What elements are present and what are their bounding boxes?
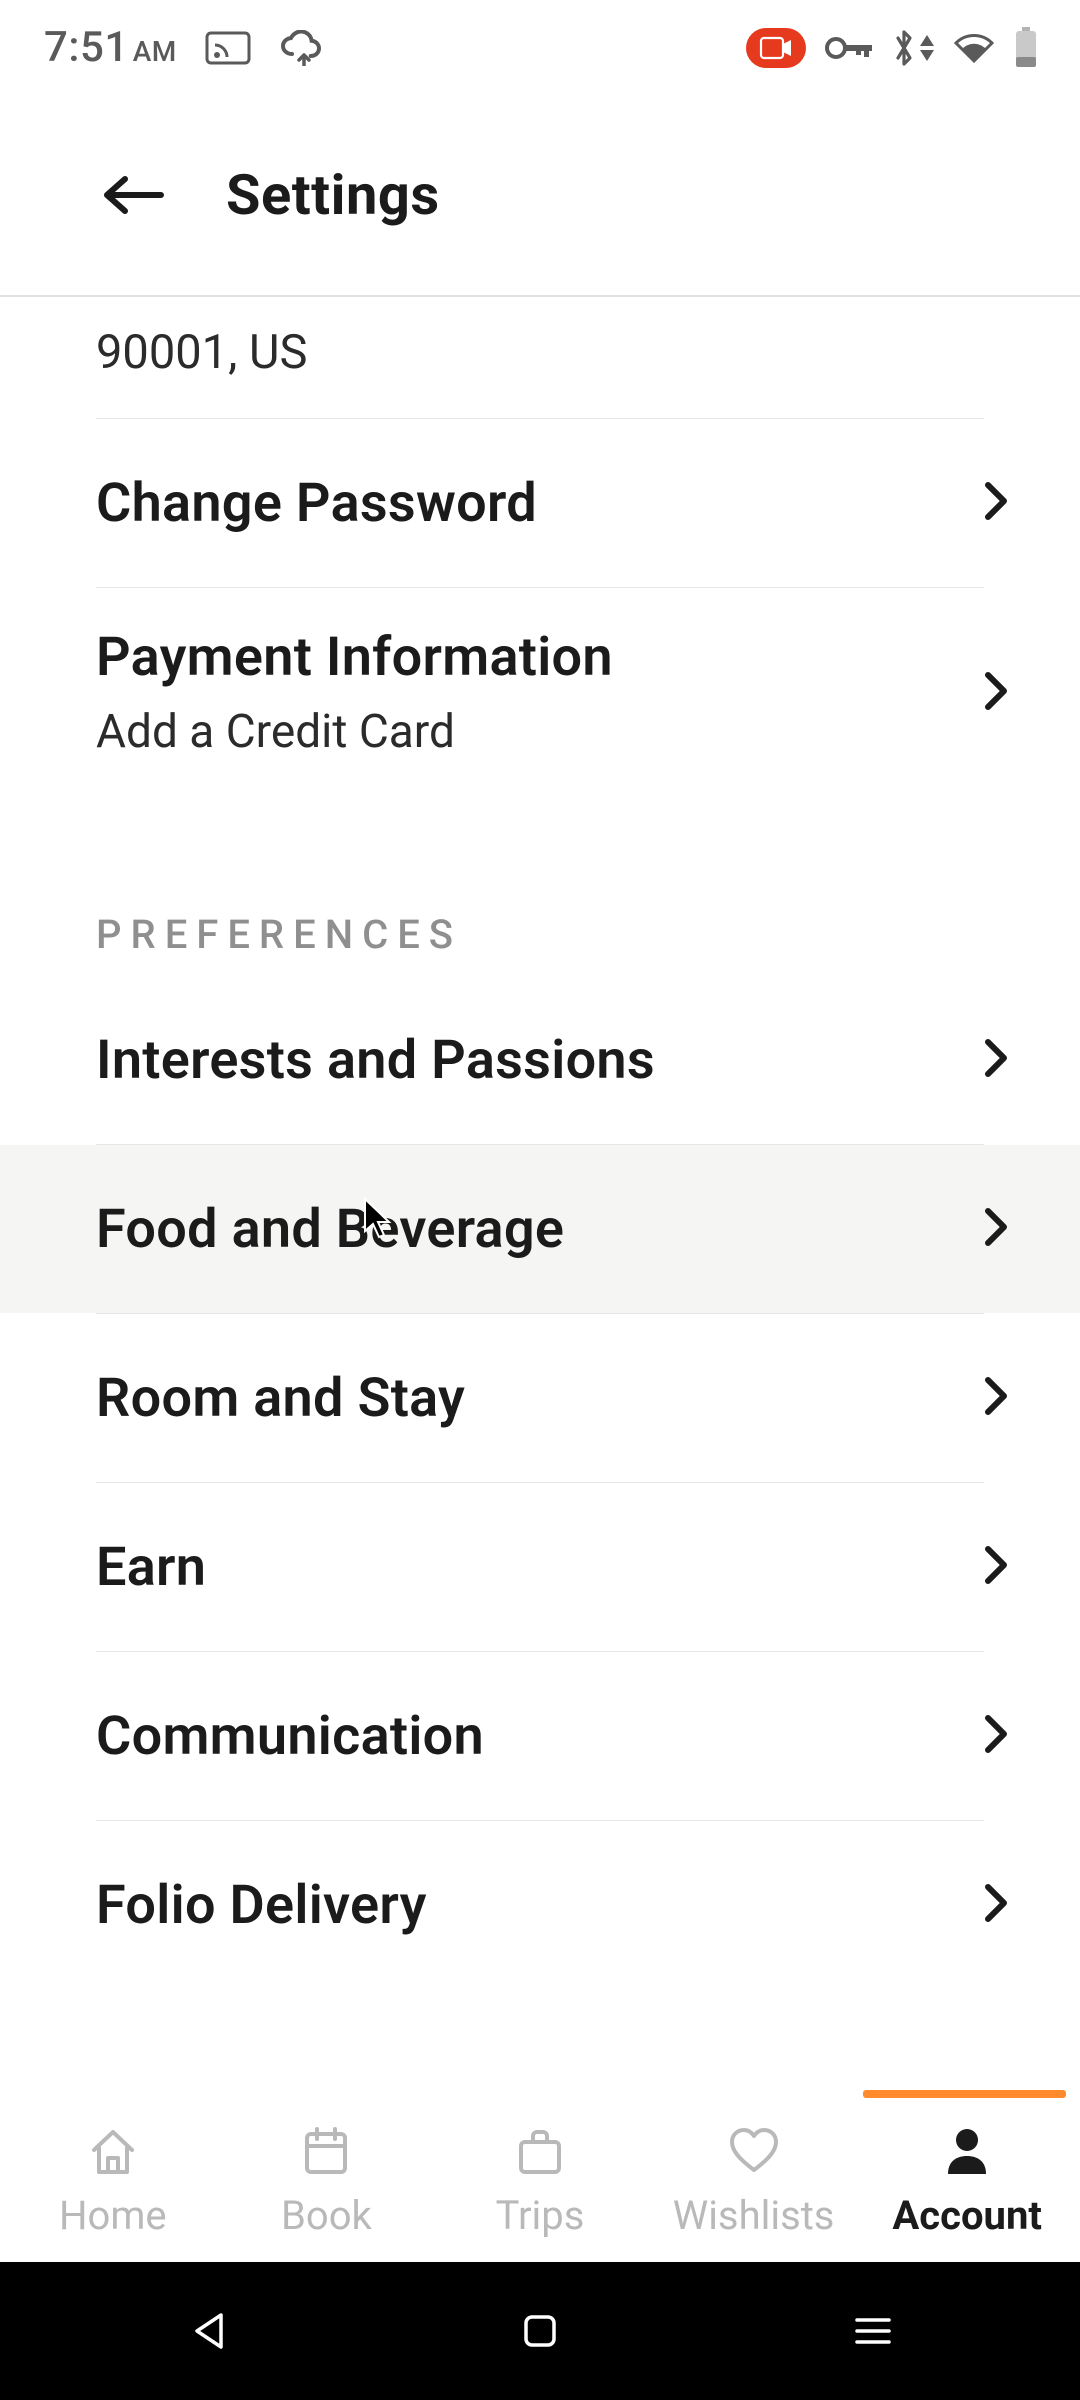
row-interests-and-passions[interactable]: Interests and Passions bbox=[0, 976, 1080, 1144]
vpn-key-icon bbox=[824, 35, 874, 61]
page-title: Settings bbox=[226, 162, 440, 228]
row-title: Folio Delivery bbox=[96, 1874, 427, 1937]
chevron-right-icon bbox=[984, 1714, 1010, 1758]
home-icon bbox=[86, 2122, 140, 2178]
screen-record-icon bbox=[746, 28, 806, 68]
nav-home-button[interactable] bbox=[415, 2313, 665, 2349]
app-header: Settings bbox=[0, 95, 1080, 295]
status-time: 7:51AM bbox=[44, 23, 177, 72]
person-icon bbox=[940, 2122, 994, 2178]
profile-address: 90001, US bbox=[0, 297, 1080, 418]
cast-icon bbox=[205, 31, 251, 65]
row-subtitle: Add a Credit Card bbox=[96, 705, 613, 759]
settings-content[interactable]: 90001, US Change Password Payment Inform… bbox=[0, 297, 1080, 2166]
tab-label: Home bbox=[59, 2192, 167, 2239]
bottom-tab-bar: Home Book Trips Wishlists Account bbox=[0, 2098, 1080, 2262]
chevron-right-icon bbox=[984, 671, 1010, 715]
row-texts: Change Password bbox=[96, 472, 537, 535]
tab-wishlists[interactable]: Wishlists bbox=[647, 2122, 861, 2239]
tab-trips[interactable]: Trips bbox=[433, 2122, 647, 2239]
data-arrows-icon bbox=[920, 35, 934, 61]
chevron-right-icon bbox=[984, 1545, 1010, 1589]
chevron-right-icon bbox=[984, 1038, 1010, 1082]
wifi-icon bbox=[952, 31, 996, 65]
chevron-right-icon bbox=[984, 1376, 1010, 1420]
row-title: Change Password bbox=[96, 472, 537, 535]
chevron-right-icon bbox=[984, 1207, 1010, 1251]
triangle-back-icon bbox=[191, 2311, 225, 2351]
row-earn[interactable]: Earn bbox=[0, 1483, 1080, 1651]
row-title: Earn bbox=[96, 1536, 206, 1599]
sync-icon bbox=[279, 30, 325, 66]
briefcase-icon bbox=[513, 2122, 567, 2178]
row-communication[interactable]: Communication bbox=[0, 1652, 1080, 1820]
status-bar: 7:51AM bbox=[0, 0, 1080, 95]
heart-icon bbox=[726, 2122, 782, 2178]
tab-label: Book bbox=[281, 2192, 372, 2239]
battery-icon bbox=[1014, 27, 1038, 69]
status-bar-left: 7:51AM bbox=[44, 23, 325, 72]
android-nav-bar bbox=[0, 2262, 1080, 2400]
tab-label: Trips bbox=[496, 2192, 585, 2239]
tab-indicator-track bbox=[0, 2090, 1080, 2098]
tab-home[interactable]: Home bbox=[6, 2122, 220, 2239]
row-title: Payment Information bbox=[96, 626, 613, 689]
status-bar-right bbox=[746, 27, 1038, 69]
row-title: Room and Stay bbox=[96, 1367, 465, 1430]
tab-account[interactable]: Account bbox=[860, 2122, 1074, 2239]
chevron-right-icon bbox=[984, 481, 1010, 525]
row-title: Communication bbox=[96, 1705, 484, 1768]
row-title: Food and Beverage bbox=[96, 1198, 564, 1261]
tab-label: Account bbox=[892, 2192, 1042, 2239]
row-room-and-stay[interactable]: Room and Stay bbox=[0, 1314, 1080, 1482]
row-folio-delivery[interactable]: Folio Delivery bbox=[0, 1821, 1080, 1989]
row-change-password[interactable]: Change Password bbox=[0, 419, 1080, 587]
nav-back-button[interactable] bbox=[83, 2311, 333, 2351]
tab-indicator bbox=[863, 2090, 1066, 2098]
row-texts: Payment Information Add a Credit Card bbox=[96, 626, 613, 759]
row-title: Interests and Passions bbox=[96, 1029, 655, 1092]
status-time-ampm: AM bbox=[133, 35, 177, 68]
calendar-icon bbox=[299, 2122, 353, 2178]
row-payment-information[interactable]: Payment Information Add a Credit Card bbox=[0, 588, 1080, 801]
nav-recents-button[interactable] bbox=[748, 2314, 998, 2348]
square-home-icon bbox=[522, 2313, 558, 2349]
tab-book[interactable]: Book bbox=[220, 2122, 434, 2239]
status-time-hhmm: 7:51 bbox=[44, 23, 129, 72]
bluetooth-icon bbox=[892, 28, 934, 68]
section-label-preferences: PREFERENCES bbox=[0, 801, 1080, 976]
back-button[interactable] bbox=[98, 160, 168, 230]
menu-recents-icon bbox=[853, 2314, 893, 2348]
chevron-right-icon bbox=[984, 1883, 1010, 1927]
arrow-left-icon bbox=[101, 173, 165, 217]
row-food-and-beverage[interactable]: Food and Beverage bbox=[0, 1145, 1080, 1313]
tab-label: Wishlists bbox=[673, 2192, 835, 2239]
